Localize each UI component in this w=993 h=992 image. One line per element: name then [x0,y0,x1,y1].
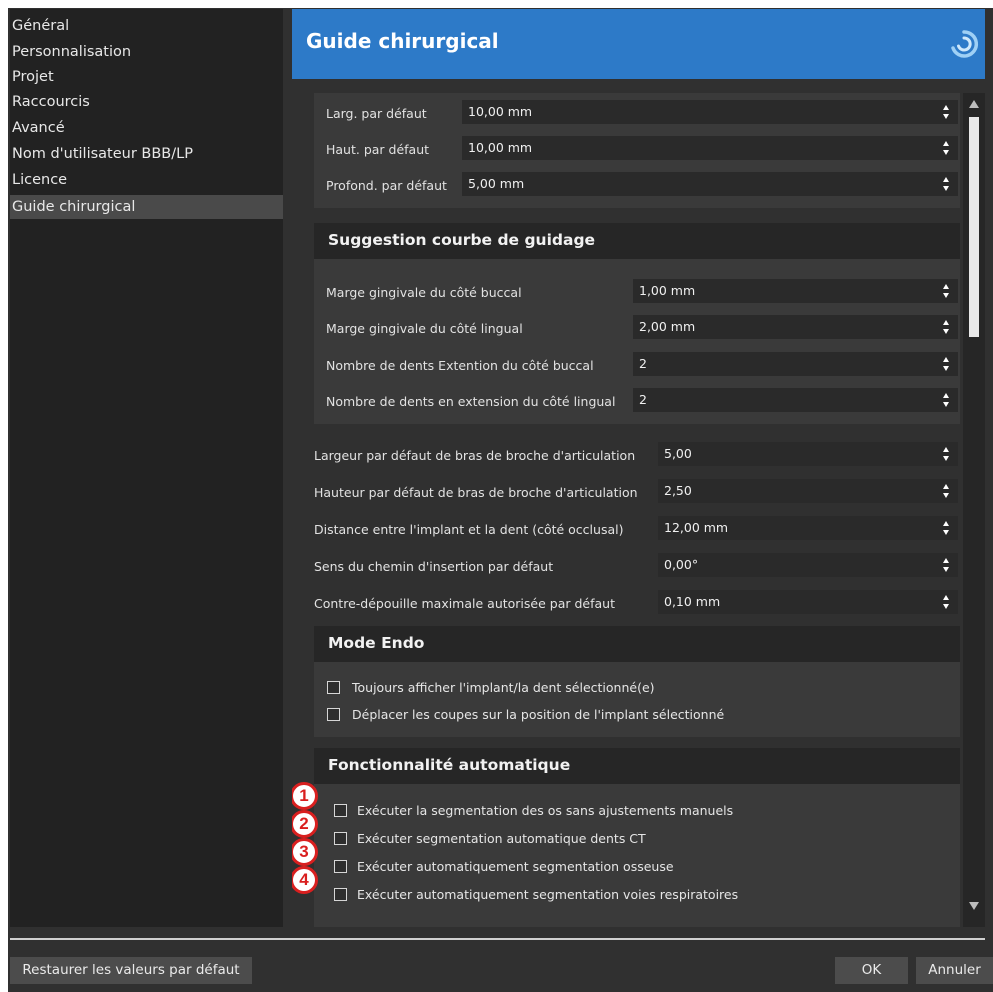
lingual-margin-spinbox[interactable]: 2,00 mm [633,315,958,339]
show-implant-label: Toujours afficher l'implant/la dent séle… [352,680,655,695]
sidebar-item-label: Guide chirurgical [12,199,136,215]
spinbox-value: 2,50 [664,483,692,498]
insertion-direction-spinbox[interactable]: 0,00° [658,553,958,577]
cancel-button[interactable]: Annuler [916,957,993,984]
show-implant-checkbox[interactable] [327,681,340,694]
settings-content[interactable]: Larg. par défaut 10,00 mm Haut. par défa… [292,93,960,927]
osseous-segmentation-checkbox[interactable] [334,860,347,873]
sidebar-item-label: Projet [12,69,54,85]
ct-teeth-segmentation-label: Exécuter segmentation automatique dents … [357,831,646,846]
section-header: Suggestion courbe de guidage [314,223,960,259]
max-undercut-label: Contre-dépouille maximale autorisée par … [314,596,615,611]
lingual-margin-label: Marge gingivale du côté lingual [326,321,523,336]
sidebar-item-general[interactable]: Général [10,17,283,35]
spin-arrows-icon[interactable] [942,556,950,574]
auto-features-group: Fonctionnalité automatique Exécuter la s… [314,748,960,927]
section-title: Mode Endo [328,634,425,652]
sidebar-item-personnalisation[interactable]: Personnalisation [10,43,283,61]
default-height-spinbox[interactable]: 10,00 mm [462,136,958,160]
sidebar-item-guide-chirurgical[interactable]: Guide chirurgical [10,195,283,219]
move-slices-label: Déplacer les coupes sur la position de l… [352,707,725,722]
endo-mode-group: Mode Endo Toujours afficher l'implant/la… [314,626,960,737]
spinbox-value: 12,00 mm [664,520,729,535]
restore-defaults-button[interactable]: Restaurer les valeurs par défaut [10,957,252,984]
move-slices-checkbox[interactable] [327,708,340,721]
scroll-up-arrow-icon[interactable] [968,99,980,109]
sidebar-item-label: Raccourcis [12,94,90,110]
sidebar-item-avance[interactable]: Avancé [10,119,283,137]
osseous-segmentation-label: Exécuter automatiquement segmentation os… [357,859,674,874]
footer-divider [10,938,985,940]
spinbox-value: 1,00 mm [639,283,696,298]
sidebar-item-label: Avancé [12,120,65,136]
scroll-down-arrow-icon[interactable] [968,901,980,911]
spin-arrows-icon[interactable] [942,593,950,611]
default-width-spinbox[interactable]: 10,00 mm [462,100,958,124]
sidebar-item-label: Général [12,18,70,34]
sidebar-item-nom-utilisateur[interactable]: Nom d'utilisateur BBB/LP [10,145,283,163]
swirl-logo-icon [951,30,979,58]
airway-segmentation-checkbox[interactable] [334,888,347,901]
page-title: Guide chirurgical [306,29,499,53]
spin-arrows-icon[interactable] [942,175,950,193]
spinbox-value: 5,00 mm [468,176,525,191]
spin-arrows-icon[interactable] [942,355,950,373]
spin-arrows-icon[interactable] [942,139,950,157]
spinbox-value: 2 [639,356,647,371]
pin-arm-width-label: Largeur par défaut de bras de broche d'a… [314,448,636,463]
sidebar-item-licence[interactable]: Licence [10,171,283,189]
pin-arm-height-label: Hauteur par défaut de bras de broche d'a… [314,485,638,500]
spinbox-value: 0,00° [664,557,699,572]
bone-segmentation-checkbox[interactable] [334,804,347,817]
spin-arrows-icon[interactable] [942,445,950,463]
spin-arrows-icon[interactable] [942,103,950,121]
spinbox-value: 10,00 mm [468,140,533,155]
default-depth-spinbox[interactable]: 5,00 mm [462,172,958,196]
implant-tooth-distance-label: Distance entre l'implant et la dent (côt… [314,522,624,537]
spinbox-value: 5,00 [664,446,692,461]
ct-teeth-segmentation-checkbox[interactable] [334,832,347,845]
spin-arrows-icon[interactable] [942,391,950,409]
sidebar-item-projet[interactable]: Projet [10,68,283,86]
lingual-teeth-label: Nombre de dents en extension du côté lin… [326,394,616,409]
page-header: Guide chirurgical [292,9,985,79]
spinbox-value: 2 [639,392,647,407]
spin-arrows-icon[interactable] [942,318,950,336]
insertion-direction-label: Sens du chemin d'insertion par défaut [314,559,554,574]
default-height-label: Haut. par défaut [326,142,430,157]
settings-sidebar: Général Personnalisation Projet Raccourc… [10,9,283,927]
spinbox-value: 0,10 mm [664,594,721,609]
scrollbar-thumb[interactable] [969,117,979,337]
pin-arm-width-spinbox[interactable]: 5,00 [658,442,958,466]
bone-segmentation-label: Exécuter la segmentation des os sans aju… [357,803,734,818]
buccal-margin-spinbox[interactable]: 1,00 mm [633,279,958,303]
spin-arrows-icon[interactable] [942,482,950,500]
buccal-teeth-spinbox[interactable]: 2 [633,352,958,376]
sidebar-item-label: Nom d'utilisateur BBB/LP [12,146,193,162]
section-header: Mode Endo [314,626,960,662]
sidebar-item-raccourcis[interactable]: Raccourcis [10,93,283,111]
section-title: Suggestion courbe de guidage [328,231,596,249]
implant-tooth-distance-spinbox[interactable]: 12,00 mm [658,516,958,540]
max-undercut-spinbox[interactable]: 0,10 mm [658,590,958,614]
buccal-margin-label: Marge gingivale du côté buccal [326,285,522,300]
defaults-group: Larg. par défaut 10,00 mm Haut. par défa… [314,93,960,208]
spinbox-value: 2,00 mm [639,319,696,334]
ok-button[interactable]: OK [835,957,908,984]
pin-arm-height-spinbox[interactable]: 2,50 [658,479,958,503]
spin-arrows-icon[interactable] [942,519,950,537]
curve-suggestion-group: Suggestion courbe de guidage Marge gingi… [314,223,960,424]
sidebar-item-label: Personnalisation [12,44,132,60]
airway-segmentation-label: Exécuter automatiquement segmentation vo… [357,887,739,902]
lingual-teeth-spinbox[interactable]: 2 [633,388,958,412]
default-depth-label: Profond. par défaut [326,178,447,193]
vertical-scrollbar[interactable] [963,93,985,927]
buccal-teeth-label: Nombre de dents Extention du côté buccal [326,358,594,373]
section-title: Fonctionnalité automatique [328,756,571,774]
spinbox-value: 10,00 mm [468,104,533,119]
section-header: Fonctionnalité automatique [314,748,960,784]
default-width-label: Larg. par défaut [326,106,427,121]
sidebar-item-label: Licence [12,172,68,188]
spin-arrows-icon[interactable] [942,282,950,300]
